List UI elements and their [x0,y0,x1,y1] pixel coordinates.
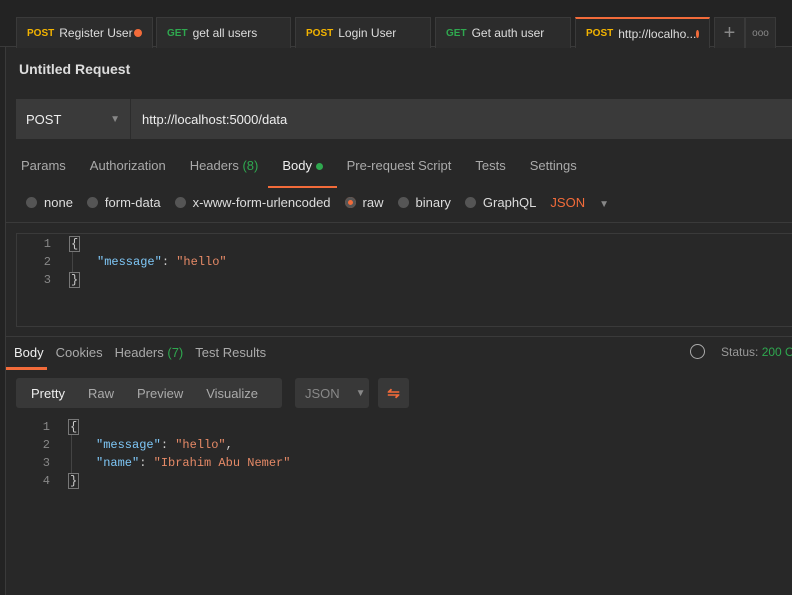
raw-format-select[interactable]: JSON ▼ [550,195,609,210]
radio-label: x-www-form-urlencoded [192,195,331,210]
response-tabs: Body Cookies Headers (7) Test Results [6,345,278,370]
tab-response-body[interactable]: Body [6,345,47,370]
brace: { [68,419,80,435]
format-value: JSON [550,195,586,210]
globe-icon[interactable] [690,344,705,359]
status-value: 200 O [761,345,792,359]
radio-label: GraphQL [482,195,537,210]
line-number: 4 [42,474,50,488]
wrap-lines-button[interactable]: ⇋ [378,378,409,408]
radio-none[interactable]: none [26,195,73,210]
method-value: POST [26,111,62,127]
tab-login-user[interactable]: POST Login User [295,17,431,48]
new-tab-button[interactable]: + [714,17,745,48]
radio-form-data[interactable]: form-data [86,195,161,210]
view-raw[interactable]: Raw [73,386,114,401]
tab-cookies[interactable]: Cookies [56,345,103,360]
status-label: Status: [721,345,759,359]
tab-body[interactable]: Body [268,158,337,188]
response-body: 1 2 3 4 { "message": "hello", "name": "I… [16,419,516,499]
tab-test-results[interactable]: Test Results [195,345,266,360]
response-status: Status: 200 O [721,345,792,359]
brace: } [69,272,81,288]
chevron-down-icon: ▼ [599,199,609,210]
wrap-icon: ⇋ [387,385,400,402]
format-value: JSON [305,385,340,401]
tab-tests[interactable]: Tests [475,158,505,182]
method-label: GET [446,27,467,39]
tab-pre-request-script[interactable]: Pre-request Script [347,158,452,182]
colon: : [161,255,177,269]
tab-headers[interactable]: Headers (8) [190,158,259,182]
method-label: GET [167,27,188,39]
unsaved-dot [696,29,699,38]
response-format-select[interactable]: JSON ▼ [295,378,369,408]
body-type-radios: none form-data x-www-form-urlencoded raw… [26,195,609,210]
radio-label: binary [415,195,451,210]
brace: { [69,236,81,252]
chevron-down-icon: ▼ [355,387,366,399]
tab-register-user[interactable]: POST Register User [16,17,153,48]
tab-params[interactable]: Params [21,158,66,182]
tab-label: Login User [338,26,397,40]
tab-get-auth-user[interactable]: GET Get auth user [435,17,571,48]
view-preview[interactable]: Preview [122,386,183,401]
request-tabs: Params Authorization Headers (8) Body Pr… [21,158,601,188]
radio-binary[interactable]: binary [397,195,451,210]
json-key: "message" [97,255,162,269]
tab-label: get all users [192,26,258,40]
method-label: POST [27,27,55,39]
json-value: "Ibrahim Abu Nemer" [153,456,291,470]
tab-label: Body [282,158,312,173]
divider [6,222,792,223]
headers-count: (7) [167,345,184,360]
request-title: Untitled Request [19,61,131,77]
url-input[interactable]: http://localhost:5000/data [131,112,287,127]
tab-label: Headers [189,158,239,173]
tab-response-headers[interactable]: Headers (7) [115,345,184,360]
line-number: 2 [42,438,50,452]
method-select[interactable]: POST ▼ [16,99,131,139]
divider [6,336,792,337]
view-pretty[interactable]: Pretty [16,386,65,401]
method-label: POST [586,28,614,39]
method-label: POST [306,27,334,39]
brace: } [68,473,80,489]
tab-label: Get auth user [471,26,545,40]
url-bar: POST ▼ http://localhost:5000/data [16,99,792,139]
json-value: "hello" [175,438,226,452]
radio-label: form-data [104,195,161,210]
response-view-tabs: Pretty Raw Preview Visualize [16,378,282,408]
more-tabs-button[interactable]: ooo [745,17,776,48]
line-number: 1 [42,420,50,434]
tab-label: Register User [59,26,133,40]
headers-count: (8) [242,158,259,173]
tab-label: Headers [114,345,164,360]
request-body-editor[interactable]: 1 2 3 { "message": "hello" } [16,233,792,327]
more-icon: ooo [752,27,769,39]
line-number: 2 [43,255,51,269]
radio-urlencoded[interactable]: x-www-form-urlencoded [174,195,331,210]
line-number: 3 [43,273,51,287]
line-number: 3 [42,456,50,470]
radio-label: none [44,195,73,210]
tab-settings[interactable]: Settings [530,158,577,182]
json-key: "message" [96,438,161,452]
radio-label: raw [362,195,384,210]
tab-active-request[interactable]: POST http://localho... [575,17,710,48]
line-number: 1 [43,237,51,251]
unsaved-dot [134,29,142,37]
status-dot-icon [315,163,323,170]
radio-graphql[interactable]: GraphQL [464,195,537,210]
json-key: "name" [96,456,140,470]
radio-raw[interactable]: raw [344,195,384,210]
plus-icon: + [723,21,736,44]
chevron-down-icon: ▼ [110,113,120,125]
view-visualize[interactable]: Visualize [191,386,258,401]
sidebar-edge [0,47,6,595]
tab-get-all-users[interactable]: GET get all users [156,17,291,48]
tab-label: http://localho... [618,26,697,41]
tab-authorization[interactable]: Authorization [90,158,166,182]
json-value: "hello" [176,255,227,269]
